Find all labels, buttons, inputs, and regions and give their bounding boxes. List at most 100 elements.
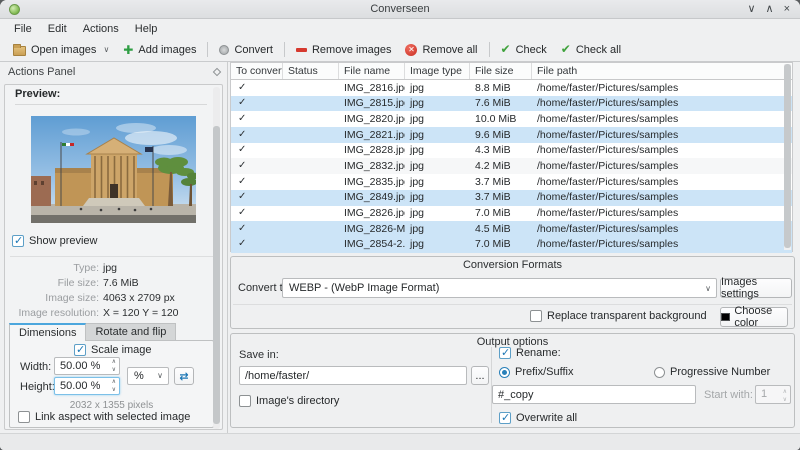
- swap-dimensions-button[interactable]: ⇄: [174, 367, 194, 385]
- row-check-icon[interactable]: ✓: [231, 206, 283, 222]
- divider: [10, 256, 215, 257]
- table-row[interactable]: ✓ IMG_2835.jpg jpg 3.7 MiB/home/faster/Pict…: [231, 174, 792, 190]
- spinner-arrows-icon[interactable]: ∧ ∨: [112, 358, 116, 374]
- prefix-suffix-radio[interactable]: Prefix/Suffix: [499, 366, 574, 378]
- choose-color-label: Choose color: [734, 305, 773, 329]
- table-row[interactable]: ✓ IMG_2828.jpg jpg 4.3 MiB/home/faster/Pict…: [231, 142, 792, 159]
- convert-button[interactable]: Convert: [212, 41, 280, 59]
- column-header[interactable]: File size: [470, 63, 532, 79]
- tab-dimensions[interactable]: Dimensions: [9, 323, 87, 341]
- panel-scrollbar-thumb[interactable]: [213, 126, 220, 424]
- row-check-icon[interactable]: ✓: [231, 174, 283, 190]
- tab-rotate-and-flip[interactable]: Rotate and flip: [86, 323, 177, 341]
- row-status: [283, 80, 339, 96]
- unit-combobox[interactable]: % ∨: [127, 367, 169, 385]
- row-status: [283, 221, 339, 237]
- table-row[interactable]: ✓ IMG_2854-2.j... jpg 7.0 MiB/home/faster/P…: [231, 236, 792, 253]
- width-spinbox[interactable]: 50.00 % ∧ ∨: [54, 357, 120, 375]
- menubar: File Edit Actions Help: [0, 19, 800, 38]
- column-header[interactable]: To convert: [231, 63, 283, 79]
- row-file-name: IMG_2854-2.j...: [344, 238, 405, 251]
- show-preview-checkbox[interactable]: Show preview: [12, 234, 98, 247]
- menu-file[interactable]: File: [6, 21, 40, 37]
- remove-images-label: Remove images: [311, 43, 392, 56]
- file-size-label: File size:: [57, 277, 99, 289]
- checkbox-icon: [499, 346, 511, 359]
- rename-pattern-input[interactable]: #_copy: [492, 385, 696, 404]
- menu-help[interactable]: Help: [127, 21, 166, 37]
- table-row[interactable]: ✓ IMG_2826-M... jpg 4.5 MiB/home/faster/Pic…: [231, 221, 792, 237]
- table-row[interactable]: ✓ IMG_2849.jpg jpg 3.7 MiB/home/faster/Pict…: [231, 189, 792, 206]
- row-check-icon[interactable]: ✓: [231, 221, 283, 237]
- remove-all-button[interactable]: ✕ Remove all: [398, 41, 484, 59]
- show-preview-label: Show preview: [29, 235, 98, 247]
- row-check-icon[interactable]: ✓: [231, 96, 283, 112]
- minimize-icon[interactable]: ∨: [747, 3, 755, 16]
- close-icon[interactable]: ×: [784, 3, 790, 16]
- row-file-size: 4.3 MiB: [475, 144, 511, 157]
- row-file-path: /home/faster/Pictures/samples: [537, 175, 679, 188]
- conversion-formats-title: Conversion Formats: [462, 259, 563, 271]
- check-all-button[interactable]: ✔ Check all: [554, 41, 628, 59]
- row-image-type: jpg: [410, 112, 425, 125]
- menu-edit[interactable]: Edit: [40, 21, 75, 37]
- column-header[interactable]: Status: [283, 63, 339, 79]
- row-check-icon[interactable]: ✓: [231, 111, 283, 127]
- remove-images-button[interactable]: Remove images: [289, 41, 398, 59]
- row-file-name: IMG_2826-M...: [344, 222, 405, 235]
- radio-icon: [499, 366, 510, 378]
- table-row[interactable]: ✓ IMG_2821.jpg jpg 9.6 MiB/home/faster/Pict…: [231, 127, 792, 143]
- maximize-icon[interactable]: ∧: [766, 3, 774, 16]
- file-table-body: ✓ IMG_2816.jpg jpg 8.8 MiB/home/faster/Pict…: [231, 80, 792, 253]
- row-check-icon[interactable]: ✓: [231, 127, 283, 143]
- row-check-icon[interactable]: ✓: [231, 143, 283, 159]
- table-row[interactable]: ✓ IMG_2826.jpg jpg 7.0 MiB/home/faster/Pict…: [231, 205, 792, 222]
- menu-actions[interactable]: Actions: [75, 21, 127, 37]
- table-row[interactable]: ✓ IMG_2816.jpg jpg 8.8 MiB/home/faster/Pict…: [231, 80, 792, 96]
- row-file-name: IMG_2849.jpg: [344, 191, 405, 204]
- resolution-label: Image resolution:: [18, 307, 99, 319]
- height-value: 50.00 %: [60, 380, 101, 392]
- column-header[interactable]: Image type: [405, 63, 470, 79]
- converseen-window: Converseen ∨ ∧ × File Edit Actions Help …: [0, 0, 800, 450]
- images-directory-checkbox[interactable]: Image's directory: [239, 395, 339, 407]
- table-row[interactable]: ✓ IMG_2815.jpg jpg 7.6 MiB/home/faster/Pict…: [231, 95, 792, 112]
- progressive-number-radio[interactable]: Progressive Number: [654, 366, 770, 378]
- open-images-button[interactable]: Open images ∨: [6, 41, 116, 59]
- row-check-icon[interactable]: ✓: [231, 158, 283, 174]
- row-image-type: jpg: [410, 191, 425, 204]
- format-combobox[interactable]: WEBP - (WebP Image Format) ∨: [282, 278, 717, 298]
- table-row[interactable]: ✓ IMG_2832.jpg jpg 4.2 MiB/home/faster/Pict…: [231, 158, 792, 175]
- row-check-icon[interactable]: ✓: [231, 190, 283, 206]
- chevron-down-icon: ∨: [705, 284, 711, 293]
- link-aspect-checkbox[interactable]: Link aspect with selected image: [18, 411, 190, 423]
- height-spinbox[interactable]: 50.00 % ∧ ∨: [54, 377, 120, 395]
- row-status: [283, 111, 339, 127]
- table-scrollbar-thumb[interactable]: [784, 64, 791, 248]
- row-check-icon[interactable]: ✓: [231, 80, 283, 96]
- replace-transparent-checkbox[interactable]: Replace transparent background: [530, 310, 707, 322]
- rename-checkbox[interactable]: Rename:: [499, 346, 561, 359]
- start-with-spinbox[interactable]: 1 ∧ ∨: [755, 385, 791, 404]
- add-images-button[interactable]: ✚ Add images: [116, 41, 203, 59]
- file-table-header: To convert Status File name Image type File …: [231, 63, 792, 80]
- images-settings-button[interactable]: Images settings: [720, 276, 792, 300]
- save-path-input[interactable]: /home/faster/: [239, 366, 467, 385]
- browse-button[interactable]: ...: [471, 366, 489, 385]
- spinner-arrows-icon[interactable]: ∧ ∨: [112, 378, 116, 394]
- panel-float-icon[interactable]: [212, 67, 222, 77]
- column-header[interactable]: File path: [532, 63, 786, 79]
- panel-tabs: Dimensions Rotate and flip: [9, 323, 177, 341]
- overwrite-all-checkbox[interactable]: Overwrite all: [499, 411, 577, 424]
- scale-image-checkbox[interactable]: Scale image: [74, 343, 152, 356]
- table-row[interactable]: ✓ IMG_2820.jpg jpg 10.0 MiB/home/faster/Pic…: [231, 111, 792, 128]
- row-file-size: 4.2 MiB: [475, 159, 511, 172]
- row-image-type: jpg: [410, 238, 425, 251]
- toolbar-separator: [207, 42, 209, 57]
- choose-color-button[interactable]: Choose color: [720, 305, 788, 329]
- titlebar[interactable]: Converseen ∨ ∧ ×: [0, 0, 800, 19]
- row-file-name: IMG_2816.jpg: [344, 81, 405, 94]
- column-header[interactable]: File name: [339, 63, 405, 79]
- check-button[interactable]: ✔ Check: [494, 41, 554, 59]
- row-check-icon[interactable]: ✓: [231, 237, 283, 253]
